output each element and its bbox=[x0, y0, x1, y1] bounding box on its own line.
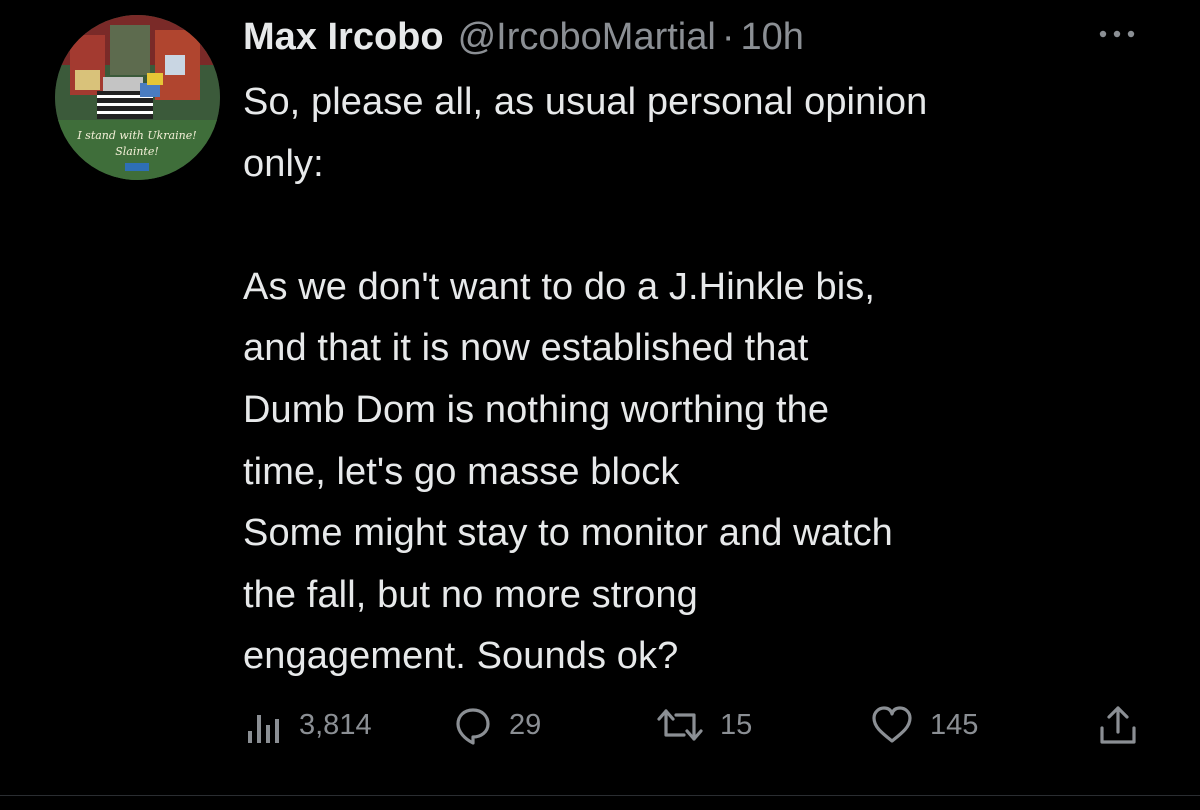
tweet-text: So, please all, as usual personal opinio… bbox=[243, 72, 1173, 688]
share-button[interactable] bbox=[1098, 700, 1138, 750]
ellipsis-icon bbox=[1099, 30, 1135, 38]
avatar-caption-1: I stand with Ukraine! bbox=[76, 129, 196, 142]
heart-icon bbox=[872, 706, 912, 743]
share-icon bbox=[1100, 706, 1136, 744]
like-count: 145 bbox=[930, 708, 979, 741]
tweet-header: Max Ircobo @IrcoboMartial · 10h bbox=[243, 14, 1143, 60]
tweet-text-line: So, please all, as usual personal opinio… bbox=[243, 81, 928, 123]
tweet-text-line: time, let's go masse block bbox=[243, 450, 680, 493]
tweet-text-line: only: bbox=[243, 142, 324, 185]
more-options-button[interactable] bbox=[1095, 22, 1139, 46]
retweet-icon bbox=[657, 709, 703, 741]
header-separator: · bbox=[721, 16, 735, 58]
tweet-text-line: engagement. Sounds ok? bbox=[243, 635, 679, 678]
views-count: 3,814 bbox=[299, 708, 372, 741]
avatar-caption-2: Slainte! bbox=[115, 145, 159, 158]
author-name[interactable]: Max Ircobo bbox=[243, 14, 444, 60]
retweet-count: 15 bbox=[720, 708, 753, 741]
retweet-button[interactable]: 15 bbox=[656, 700, 752, 750]
tweet-text-line: Dumb Dom is nothing worthing the bbox=[243, 388, 830, 431]
tweet-text-line: the fall, but no more strong bbox=[243, 573, 698, 616]
tweet-text-line: Some might stay to monitor and watch bbox=[243, 512, 893, 555]
avatar-image: I stand with Ukraine! Slainte! bbox=[55, 15, 220, 180]
reply-icon bbox=[456, 708, 490, 745]
author-handle[interactable]: @IrcoboMartial bbox=[458, 14, 716, 60]
tweet-timestamp[interactable]: 10h bbox=[740, 14, 803, 60]
tweet-text-line: As we don't want to do a J.Hinkle bis, bbox=[243, 265, 876, 308]
views-icon bbox=[248, 715, 279, 743]
avatar[interactable]: I stand with Ukraine! Slainte! bbox=[55, 15, 220, 180]
views-button[interactable]: 3,814 bbox=[245, 700, 372, 750]
tweet-actions: 3,814 29 15 145 bbox=[243, 700, 1143, 750]
reply-button[interactable]: 29 bbox=[453, 700, 541, 750]
tweet-text-line: and that it is now established that bbox=[243, 327, 809, 370]
reply-count: 29 bbox=[509, 708, 542, 741]
tweet-divider bbox=[0, 795, 1200, 796]
tweet[interactable]: I stand with Ukraine! Slainte! Max Ircob… bbox=[0, 0, 1200, 795]
like-button[interactable]: 145 bbox=[870, 700, 978, 750]
